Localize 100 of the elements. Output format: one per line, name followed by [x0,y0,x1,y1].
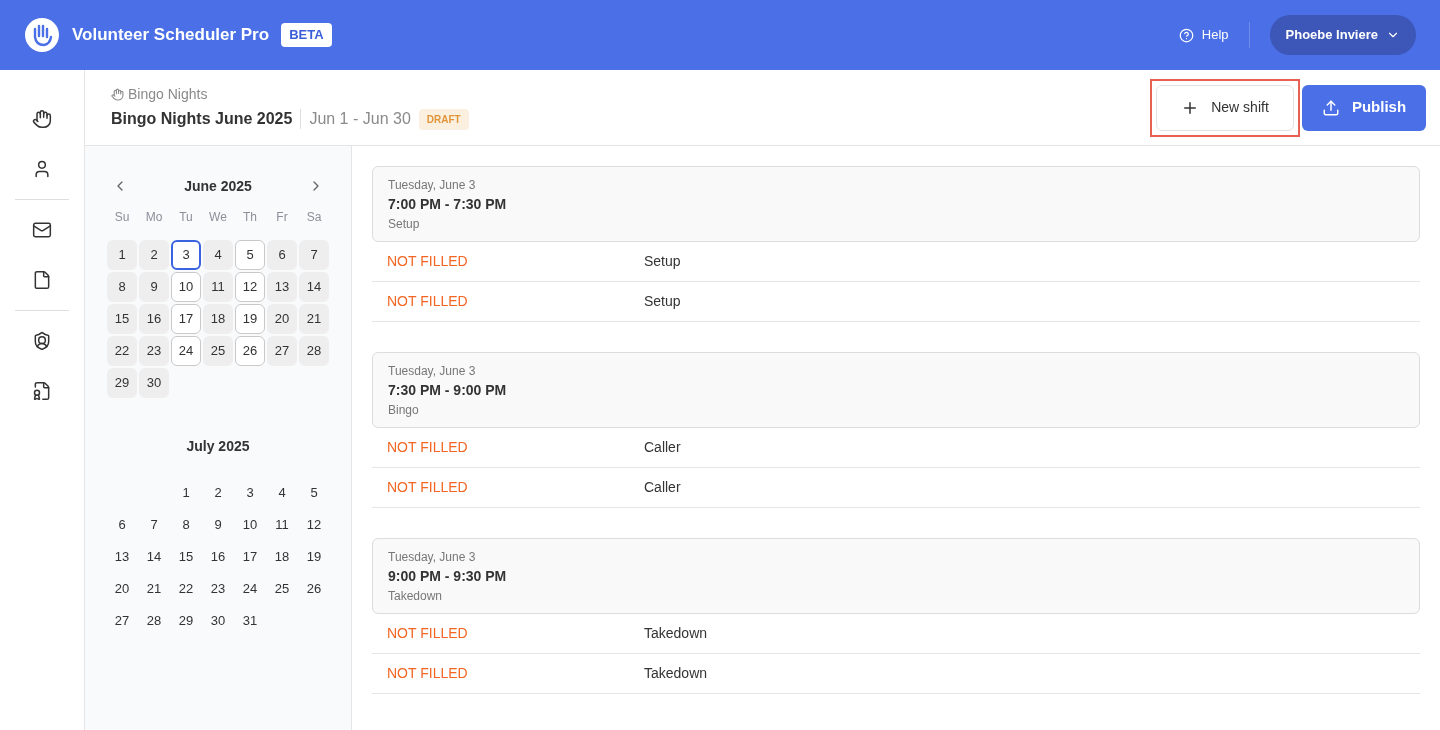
calendar-day[interactable]: 10 [171,272,201,302]
calendar-day[interactable]: 4 [203,240,233,270]
calendar-day[interactable]: 24 [235,574,265,604]
hand-icon [111,88,124,101]
weekday-label: Mo [144,209,164,226]
shift-date: Tuesday, June 3 [388,548,477,566]
weekday-label: Su [113,209,131,226]
calendar-day[interactable]: 26 [299,574,329,604]
calendar-day[interactable]: 27 [267,336,297,366]
calendar-day[interactable]: 10 [235,510,265,540]
calendar-day[interactable]: 23 [203,574,233,604]
slot-status: NOT FILLED [387,624,469,643]
calendar-day[interactable]: 29 [107,368,137,398]
calendar-day[interactable]: 17 [235,542,265,572]
month-title: July 2025 [186,436,250,456]
document-icon [32,270,52,290]
calendar-day[interactable]: 5 [235,240,265,270]
date-range: Jun 1 - Jun 30 [309,109,411,129]
calendar-day[interactable]: 28 [139,606,169,636]
upload-icon [1321,98,1340,117]
calendar-day[interactable]: 2 [203,478,233,508]
calendar-day[interactable]: 16 [203,542,233,572]
weekday-label: We [208,209,228,226]
calendar-day[interactable]: 17 [171,304,201,334]
calendar-day[interactable]: 13 [107,542,137,572]
calendar-day[interactable]: 3 [235,478,265,508]
calendar-day[interactable]: 19 [235,304,265,334]
calendar-day[interactable]: 30 [203,606,233,636]
calendar-day[interactable]: 9 [139,272,169,302]
calendar-day[interactable]: 16 [139,304,169,334]
user-menu-button[interactable]: Phoebe Inviere [1269,15,1416,55]
publish-button[interactable]: Publish [1302,84,1426,131]
calendar-day[interactable]: 6 [267,240,297,270]
beta-badge: BETA [281,23,332,47]
shield-person-icon [32,331,52,351]
calendar-day[interactable]: 28 [299,336,329,366]
calendar-day[interactable]: 20 [267,304,297,334]
slot-role: Takedown [644,624,708,643]
calendar-day[interactable]: 12 [299,510,329,540]
schedule-title: Bingo Nights June 2025 [111,109,293,129]
calendar-day[interactable]: 6 [107,510,137,540]
weekday-label: Sa [305,209,323,226]
calendar-day[interactable]: 26 [235,336,265,366]
calendar-day[interactable]: 21 [299,304,329,334]
calendar-day[interactable]: 11 [203,272,233,302]
shift-time: 7:30 PM - 9:00 PM [388,380,508,400]
calendar-day[interactable]: 12 [235,272,265,302]
slot-status: NOT FILLED [387,252,469,271]
calendar-day[interactable]: 2 [139,240,169,270]
slot-role: Takedown [644,664,708,683]
certificate-icon [32,381,52,401]
slot-status: NOT FILLED [387,664,469,683]
calendar-day[interactable]: 29 [171,606,201,636]
calendar-day[interactable]: 13 [267,272,297,302]
slot-status: NOT FILLED [387,438,469,457]
calendar-day[interactable]: 5 [299,478,329,508]
calendar-day[interactable]: 1 [107,240,137,270]
calendar-day[interactable]: 15 [171,542,201,572]
shift-date: Tuesday, June 3 [388,362,477,380]
calendar-day[interactable]: 11 [267,510,297,540]
calendar-day[interactable]: 9 [203,510,233,540]
calendar-day[interactable]: 30 [139,368,169,398]
calendar-day[interactable]: 14 [299,272,329,302]
calendar-day[interactable]: 21 [139,574,169,604]
calendar-day[interactable]: 18 [267,542,297,572]
waving-hand-logo-icon [24,17,60,53]
calendar-day[interactable]: 22 [107,336,137,366]
help-icon [1178,27,1194,43]
calendar-day[interactable]: 27 [107,606,137,636]
calendar-day[interactable]: 24 [171,336,201,366]
shift-date: Tuesday, June 3 [388,176,477,194]
help-link[interactable]: Help [1178,25,1229,45]
calendar-day[interactable]: 25 [267,574,297,604]
slot-role: Caller [644,478,681,497]
calendar-day[interactable]: 8 [107,272,137,302]
draft-badge: DRAFT [418,108,469,130]
calendar-day[interactable]: 15 [107,304,137,334]
breadcrumb: Bingo Nights [128,85,208,104]
slot-role: Caller [644,438,681,457]
calendar-day[interactable]: 1 [171,478,201,508]
calendar-day[interactable]: 3 [171,240,201,270]
calendar-day[interactable]: 20 [107,574,137,604]
calendar-day[interactable]: 7 [139,510,169,540]
calendar-day[interactable]: 19 [299,542,329,572]
app-title: Volunteer Scheduler Pro [72,24,270,47]
calendar-day[interactable]: 23 [139,336,169,366]
calendar-day[interactable]: 25 [203,336,233,366]
calendar-day[interactable]: 4 [267,478,297,508]
shift-name: Takedown [388,587,444,605]
shift-name: Setup [388,215,421,233]
hand-icon [32,109,52,129]
calendar-day[interactable]: 31 [235,606,265,636]
calendar-day[interactable]: 8 [171,510,201,540]
slot-status: NOT FILLED [387,478,469,497]
calendar-day[interactable]: 14 [139,542,169,572]
calendar-day[interactable]: 22 [171,574,201,604]
new-shift-button[interactable]: New shift [1156,84,1294,131]
calendar-day[interactable]: 7 [299,240,329,270]
calendar-day[interactable]: 18 [203,304,233,334]
shift-time: 9:00 PM - 9:30 PM [388,566,508,586]
